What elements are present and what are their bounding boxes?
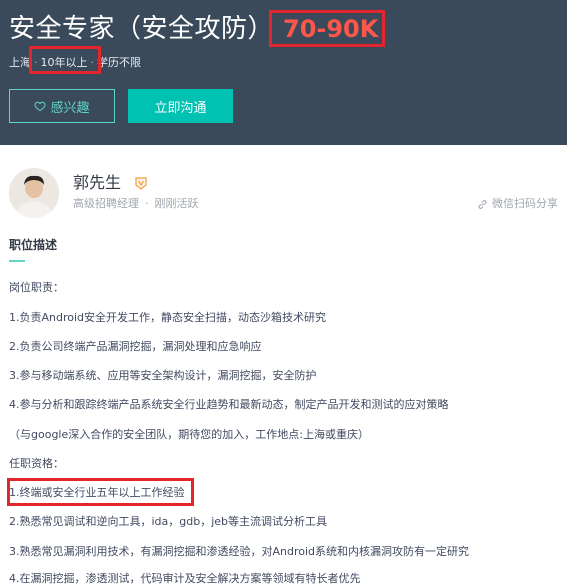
interest-label: 感兴趣 <box>50 100 90 116</box>
desc-line: 2.负责公司终端产品漏洞挖掘，漏洞处理和应急响应 <box>9 340 262 353</box>
desc-line: 4.参与分析和跟踪终端产品系统安全行业趋势和最新动态，制定产品开发和测试的应对策… <box>9 398 449 411</box>
desc-line: 3.熟悉常见漏洞利用技术，有漏洞挖掘和渗透经验，对Android系统和内核漏洞攻… <box>9 545 470 558</box>
recruiter-status: 刚刚活跃 <box>154 197 199 210</box>
chat-button[interactable]: 立即沟通 <box>128 89 233 123</box>
recruiter-avatar-image <box>9 168 59 218</box>
wechat-share[interactable]: 微信扫码分享 <box>477 197 558 211</box>
desc-line: 4.在漏洞挖掘，渗透测试，代码审计及安全解决方案等领域有特长者优先 <box>9 572 361 585</box>
job-city: 上海 <box>9 56 31 69</box>
desc-line: 1.负责Android安全开发工作，静态安全扫描，动态沙箱技术研究 <box>9 311 327 324</box>
interest-button[interactable]: 感兴趣 <box>9 89 115 123</box>
requirement-highlight-box <box>7 478 194 506</box>
desc-line: 2.熟悉常见调试和逆向工具，ida，gdb，jeb等主流调试分析工具 <box>9 515 328 528</box>
section-underline <box>9 260 25 262</box>
desc-heading-requirements: 任职资格： <box>9 457 64 470</box>
job-header: 安全专家（安全攻防） 70-90K 上海 · 10年以上 · 学历不限 感兴趣 立即沟通 <box>0 0 567 145</box>
desc-heading-duties: 岗位职责： <box>9 281 64 294</box>
job-education: 学历不限 <box>97 56 141 69</box>
recruiter-title: 高级招聘经理 <box>73 197 139 210</box>
link-icon <box>478 199 487 209</box>
avatar[interactable] <box>9 168 59 218</box>
share-label: 微信扫码分享 <box>492 197 558 210</box>
info-separator: · <box>145 197 149 210</box>
section-title-job-description: 职位描述 <box>9 238 58 252</box>
heart-icon <box>35 101 46 112</box>
recruiter-name: 郭先生 <box>73 173 122 192</box>
verified-badge-icon <box>135 177 147 190</box>
experience-highlight-box <box>29 46 101 74</box>
job-title: 安全专家（安全攻防） <box>9 14 275 44</box>
salary-highlight-box <box>269 10 385 47</box>
desc-line: 3.参与移动端系统、应用等安全架构设计，漏洞挖掘，安全防护 <box>9 369 317 382</box>
desc-line: （与google深入合作的安全团队，期待您的加入，工作地点:上海或重庆） <box>9 428 369 441</box>
recruiter-info: 高级招聘经理 · 刚刚活跃 <box>73 197 199 211</box>
chat-label: 立即沟通 <box>154 100 207 116</box>
